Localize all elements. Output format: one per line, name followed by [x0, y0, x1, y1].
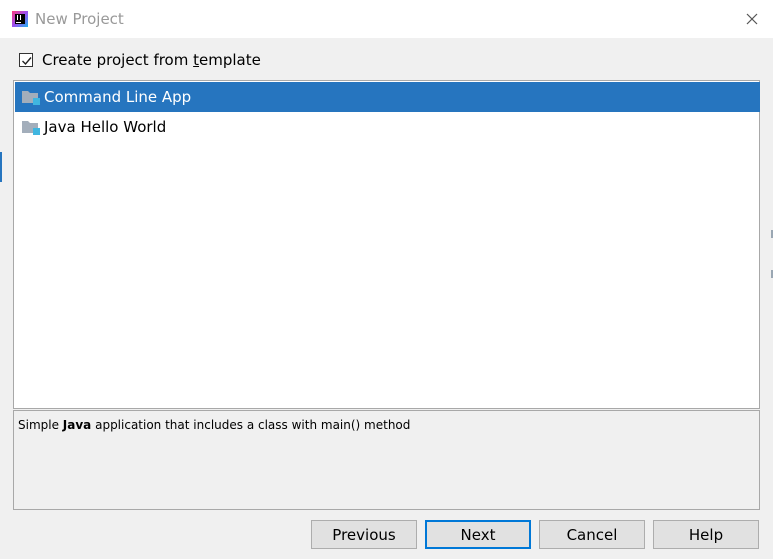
- template-item-command-line-app[interactable]: Command Line App: [15, 82, 760, 112]
- cancel-button[interactable]: Cancel: [539, 520, 645, 549]
- previous-button[interactable]: Previous: [311, 520, 417, 549]
- window-title: New Project: [35, 10, 124, 28]
- template-description: Simple Java application that includes a …: [13, 410, 760, 510]
- template-item-label: Java Hello World: [44, 118, 167, 136]
- create-from-template-row: Create project from template: [19, 49, 261, 71]
- folder-module-icon: [21, 119, 41, 135]
- background-window-edge: [0, 152, 2, 182]
- new-project-dialog: New Project Create project from template…: [0, 0, 773, 559]
- title-bar: New Project: [0, 0, 773, 38]
- next-button[interactable]: Next: [425, 520, 531, 549]
- template-item-java-hello-world[interactable]: Java Hello World: [15, 112, 760, 142]
- folder-module-icon: [21, 89, 41, 105]
- create-from-template-checkbox[interactable]: [19, 53, 33, 67]
- template-item-label: Command Line App: [44, 88, 192, 106]
- create-from-template-label[interactable]: Create project from template: [42, 50, 261, 70]
- template-list: Command Line App Java Hello World: [13, 80, 760, 409]
- help-button[interactable]: Help: [653, 520, 759, 549]
- intellij-idea-icon: [12, 11, 28, 27]
- close-icon[interactable]: [741, 8, 763, 30]
